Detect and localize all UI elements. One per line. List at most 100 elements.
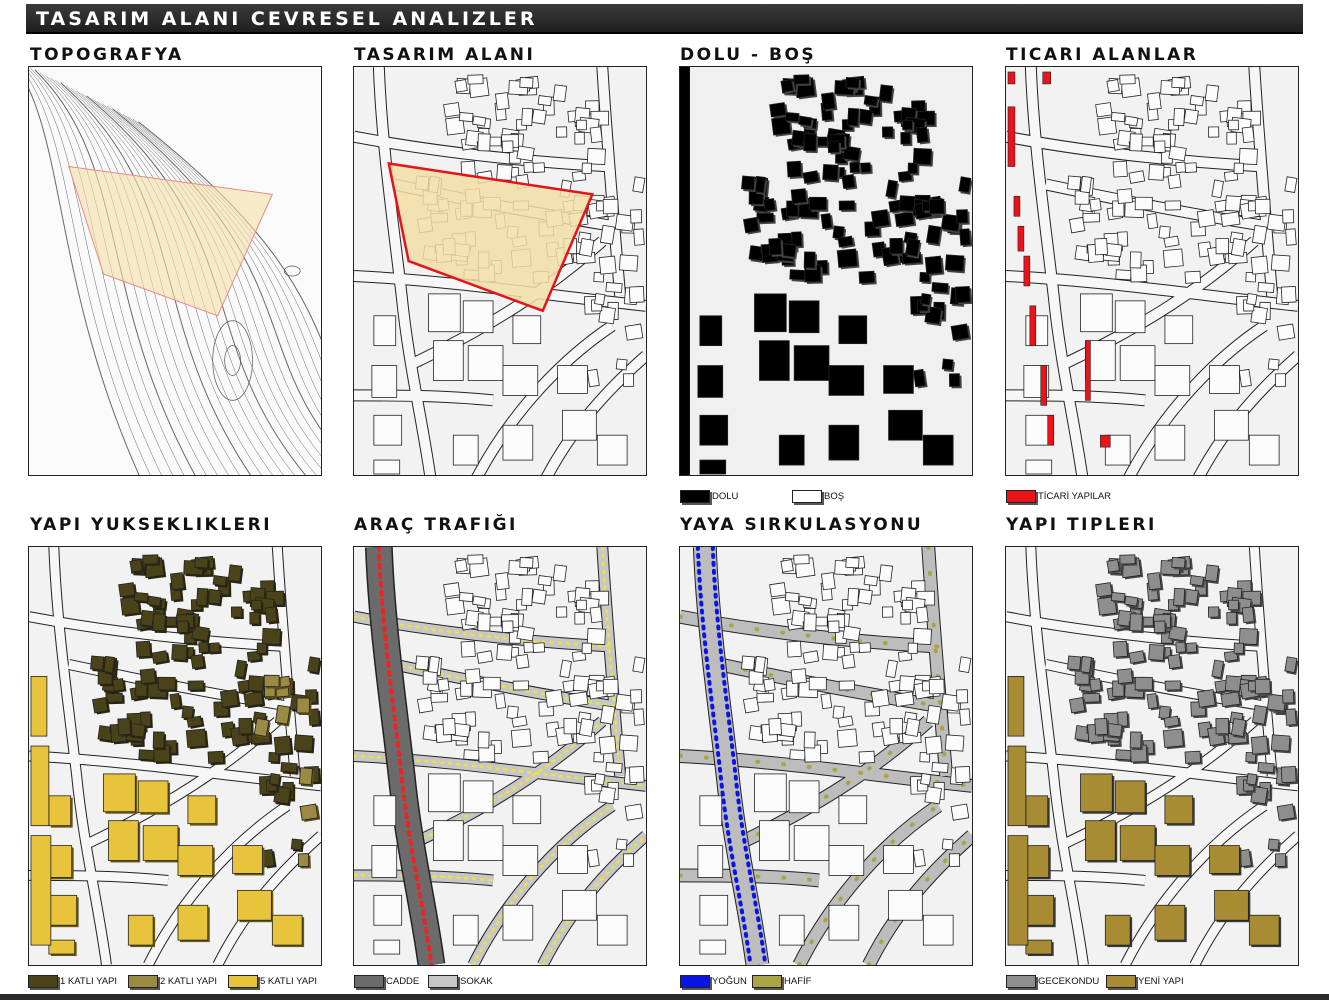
- building-footprint: [615, 838, 628, 851]
- solid-building-footprint: [768, 237, 782, 256]
- building-footprint: [754, 655, 766, 674]
- solid-building: [956, 209, 970, 225]
- new-building-footprint: [1164, 795, 1194, 825]
- building-footprint: [574, 611, 585, 625]
- building: [1164, 200, 1181, 211]
- gecekondu-building: [1067, 655, 1083, 673]
- building-footprint: [847, 587, 860, 607]
- gecekondu-building: [1094, 717, 1110, 737]
- one-storey-building: [185, 728, 209, 750]
- traffic-title: ARAÇ TRAFIĞI: [354, 515, 518, 535]
- building-footprint: [1068, 216, 1086, 234]
- one-storey-building: [112, 678, 127, 693]
- building-footprint: [697, 845, 724, 878]
- gecekondu-building-footprint: [1148, 644, 1165, 661]
- building: [915, 606, 929, 624]
- solid-building-footprint: [922, 434, 954, 466]
- building: [922, 914, 954, 946]
- heights-map: [28, 546, 322, 966]
- building-footprint: [1105, 242, 1123, 258]
- building-footprint: [925, 704, 942, 725]
- one-storey-building: [219, 689, 241, 709]
- new-building: [1025, 894, 1056, 928]
- building: [828, 904, 860, 941]
- commercial-building: [1029, 305, 1037, 346]
- building: [502, 424, 534, 461]
- building-footprint: [1080, 175, 1092, 194]
- building: [885, 659, 898, 679]
- building-footprint: [1115, 269, 1132, 281]
- building-footprint: [1158, 225, 1171, 240]
- building: [1209, 365, 1240, 394]
- building-footprint: [1241, 126, 1255, 144]
- building: [931, 762, 949, 774]
- building-footprint: [836, 728, 858, 748]
- building-footprint: [741, 655, 756, 671]
- building-footprint: [1284, 176, 1298, 193]
- building-footprint: [1220, 211, 1241, 228]
- building: [789, 749, 806, 761]
- legend-swatch-1-katli: [28, 975, 58, 988]
- solid-building-footprint: [763, 198, 776, 212]
- gecekondu-building: [1171, 556, 1187, 570]
- gecekondu-building: [1250, 735, 1271, 757]
- building-footprint: [1074, 190, 1090, 205]
- building-footprint: [1171, 76, 1186, 89]
- building-footprint: [516, 145, 535, 162]
- legend-label-ticari: TİCARİ YAPILAR: [1038, 491, 1112, 502]
- building: [1196, 209, 1216, 228]
- building: [555, 126, 568, 138]
- legend-label-5-katli: 5 KATLI YAPI: [260, 976, 318, 987]
- one-storey-building-footprint: [186, 715, 203, 728]
- one-storey-building-footprint: [219, 689, 239, 708]
- solid-building: [888, 409, 923, 441]
- five-storey-building: [177, 845, 215, 878]
- one-storey-building-footprint: [181, 705, 194, 720]
- solid-building: [803, 133, 819, 154]
- gecekondu-building-footprint: [1067, 655, 1082, 671]
- commercial-building: [1013, 196, 1021, 217]
- building: [820, 693, 833, 710]
- one-storey-building-footprint: [151, 650, 169, 664]
- building-footprint: [1276, 323, 1296, 341]
- building-footprint: [502, 845, 539, 876]
- building-footprint: [849, 641, 860, 653]
- building: [630, 689, 643, 704]
- gecekondu-building-footprint: [1257, 762, 1275, 774]
- building-footprint: [784, 592, 800, 603]
- legend-label-1-katli: 1 KATLI YAPI: [60, 976, 118, 987]
- building-footprint: [373, 315, 397, 347]
- building: [1214, 409, 1249, 441]
- building: [1211, 179, 1224, 199]
- new-building: [1154, 845, 1192, 878]
- new-building: [1104, 914, 1133, 948]
- new-building-footprint: [1209, 845, 1240, 874]
- building-footprint: [602, 198, 619, 215]
- building: [827, 620, 840, 634]
- building: [1134, 196, 1153, 211]
- building-footprint: [956, 689, 969, 704]
- solid-building-footprint: [827, 140, 840, 154]
- building: [1124, 115, 1139, 127]
- building: [516, 145, 535, 162]
- solid-building: [845, 76, 861, 90]
- five-storey-building: [48, 939, 77, 957]
- building-footprint: [742, 696, 760, 714]
- building: [798, 595, 813, 607]
- building-footprint: [576, 119, 587, 131]
- building-footprint: [931, 762, 949, 774]
- building: [1167, 173, 1182, 190]
- building-footprint: [1233, 162, 1244, 174]
- page-header: TASARIM ALANI CEVRESEL ANALIZLER: [26, 4, 1303, 34]
- building: [602, 198, 619, 215]
- types-title: YAPI TIPLERI: [1006, 515, 1157, 535]
- building: [537, 95, 553, 107]
- gecekondu-building: [1267, 838, 1281, 853]
- building: [1129, 251, 1142, 269]
- building: [628, 285, 645, 304]
- solid-building-footprint: [822, 164, 839, 181]
- legend-label-dolu: DOLU: [712, 491, 739, 502]
- building: [559, 659, 572, 679]
- building-footprint: [838, 680, 855, 691]
- two-storey-building-footprint: [253, 717, 270, 737]
